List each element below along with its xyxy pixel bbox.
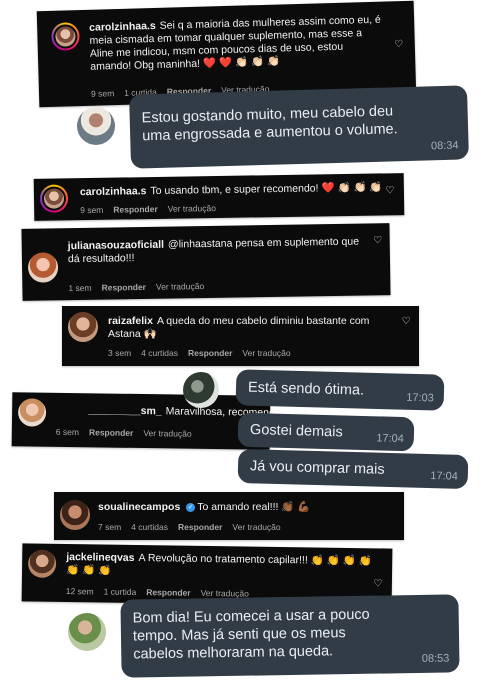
comment-text: soualinecampos ✓ To amando real!!! 👏🏾 💪🏾 [98, 501, 310, 514]
comment-meta: 6 sem Responder Ver tradução [56, 427, 202, 439]
heart-outline-icon[interactable]: ♡ [400, 316, 412, 328]
comment-time: 1 sem [68, 282, 92, 294]
comment-card-soualinecampos: soualinecampos ✓ To amando real!!! 👏🏾 💪🏾 7… [54, 492, 404, 540]
comment-time: 9 sem [80, 204, 104, 216]
message-bubble: Bom dia! Eu comecei a usar a pouco tempo… [120, 594, 460, 678]
comment-meta: 1 sem Responder Ver tradução [68, 281, 214, 293]
verified-badge-icon: ✓ [186, 503, 196, 512]
message-bubble: Já vou comprar mais 17:04 [237, 448, 469, 490]
avatar-story-ring[interactable] [51, 22, 80, 51]
username[interactable]: raizafelix [108, 315, 153, 327]
comment-meta: 7 sem 4 curtidas Responder Ver tradução [98, 522, 291, 532]
comment-text: carolzinhaa.s To usando tbm, e super reco… [80, 181, 383, 199]
comment-meta: 9 sem Responder Ver tradução [80, 203, 226, 215]
comment-time: 7 sem [98, 522, 122, 532]
heart-outline-icon[interactable]: ♡ [393, 39, 405, 51]
message-text: Bom dia! Eu comecei a usar a pouco tempo… [132, 606, 370, 663]
username[interactable]: carolzinhaa.s [80, 185, 147, 198]
message-bubble: Gostei demais 17:04 [237, 412, 415, 452]
reply-button[interactable]: Responder [188, 348, 232, 358]
avatar[interactable] [68, 312, 98, 342]
avatar [183, 372, 219, 408]
translate-link[interactable]: Ver tradução [232, 522, 280, 532]
message-time: 17:04 [376, 432, 404, 446]
comment-likes[interactable]: 4 curtidas [141, 348, 178, 358]
message-time: 17:04 [430, 470, 458, 483]
comment-body: To amando real!!! 👏🏾 💪🏾 [197, 501, 311, 513]
reply-button[interactable]: Responder [178, 522, 222, 532]
comment-card-julianasouzaoficiall: julianasouzaoficiall @linhaastana pensa e… [21, 223, 391, 301]
comment-card-carolzinhaa-2: carolzinhaa.s To usando tbm, e super reco… [33, 173, 405, 221]
translate-link[interactable]: Ver tradução [242, 348, 290, 358]
message-text: Gostei demais [249, 422, 343, 441]
avatar[interactable] [27, 549, 57, 578]
comment-text: raizafelix A queda do meu cabelo diminiu … [108, 315, 398, 341]
comment-meta: 12 sem 1 curtida Responder Ver tradução [66, 586, 259, 599]
comment-time: 6 sem [55, 426, 80, 438]
comment-text: jackelineqvas A Revolução no tratamento c… [66, 551, 378, 581]
comment-likes[interactable]: 4 curtidas [131, 522, 168, 532]
translate-link[interactable]: Ver tradução [143, 428, 191, 439]
message-text: Já vou comprar mais [249, 458, 385, 478]
avatar[interactable] [60, 500, 90, 530]
message-bubble: Estou gostando muito, meu cabelo deu uma… [129, 85, 469, 169]
avatar [68, 613, 106, 651]
translate-link[interactable]: Ver tradução [156, 281, 204, 292]
comment-likes[interactable]: 1 curtida [104, 587, 137, 597]
translate-link[interactable]: Ver tradução [168, 203, 216, 214]
message-time: 17:03 [406, 391, 434, 405]
username[interactable]: jackelineqvas [66, 551, 134, 564]
avatar[interactable] [17, 398, 47, 427]
avatar[interactable] [27, 252, 59, 283]
message-bubble: Está sendo ótima. 17:03 [235, 369, 445, 411]
message-text: Está sendo ótima. [247, 379, 365, 399]
comment-time: 12 sem [65, 586, 94, 597]
username[interactable]: soualinecampos [98, 501, 180, 513]
username[interactable]: _________sm_ [88, 404, 162, 417]
comment-card-raizafelix: raizafelix A queda do meu cabelo diminiu … [62, 306, 419, 366]
reply-button[interactable]: Responder [89, 427, 134, 438]
message-time: 08:34 [430, 139, 459, 153]
comment-time: 9 sem [90, 88, 115, 99]
reply-button[interactable]: Responder [101, 282, 146, 293]
comment-text: julianasouzaoficiall @linhaastana pensa e… [68, 235, 368, 266]
heart-outline-icon[interactable]: ♡ [372, 235, 384, 247]
message-text: Estou gostando muito, meu cabelo deu uma… [141, 103, 398, 145]
avatar-story-ring[interactable] [39, 184, 69, 213]
comment-time: 3 sem [108, 348, 132, 358]
heart-outline-icon[interactable]: ♡ [372, 578, 384, 590]
comment-body: To usando tbm, e super recomendo! ❤️ 👏🏻 … [150, 181, 383, 198]
reply-button[interactable]: Responder [146, 587, 191, 598]
reply-button[interactable]: Responder [113, 204, 158, 215]
heart-outline-icon[interactable]: ♡ [384, 185, 396, 197]
username[interactable]: julianasouzaoficiall [68, 239, 164, 253]
comment-text: carolzinhaa.s Sei q a maioria das mulhere… [89, 14, 385, 74]
message-time: 08:53 [421, 652, 450, 665]
avatar [77, 107, 115, 145]
comment-meta: 3 sem 4 curtidas Responder Ver tradução [108, 348, 301, 358]
comment-card-sm: _________sm_ Maravilhosa, recomendo 6 sem… [11, 392, 281, 450]
username[interactable]: carolzinhaa.s [89, 20, 156, 34]
